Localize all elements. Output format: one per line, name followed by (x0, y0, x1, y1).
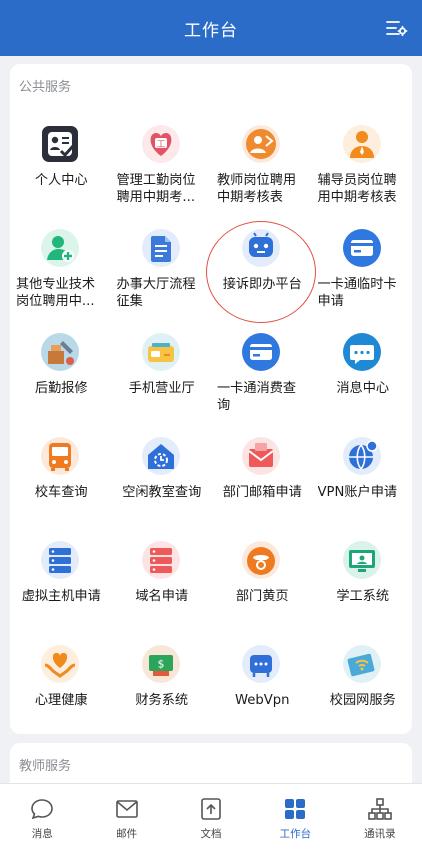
webvpn-icon (240, 643, 282, 685)
card-consume-icon (240, 331, 282, 373)
app-tile[interactable]: 教师岗位聘用中期考核表 (211, 118, 312, 222)
app-tile[interactable]: 个人中心 (10, 118, 111, 222)
robot-icon (240, 227, 282, 269)
teacher-icon (240, 123, 282, 165)
bottom-tab-bar: 消息 邮件 文档 工作台 通讯录 (0, 783, 422, 850)
app-tile[interactable]: 域名申请 (111, 534, 212, 638)
mailbox-icon (240, 435, 282, 477)
app-label: 财务系统 (135, 693, 189, 708)
app-label: 虚拟主机申请 (21, 589, 101, 604)
wifi-icon (341, 643, 383, 685)
tab-document-tab[interactable]: 文档 (169, 784, 253, 850)
heart-badge-icon: 工 (140, 123, 182, 165)
app-label: 一卡通消费查询 (217, 381, 297, 413)
tab-mail[interactable]: 邮件 (84, 784, 168, 850)
app-label: 校园网服务 (329, 693, 396, 708)
app-tile[interactable]: 接诉即办平台 (211, 222, 312, 326)
app-label: 后勤报修 (34, 381, 88, 396)
tab-contacts[interactable]: 通讯录 (338, 784, 422, 850)
app-tile[interactable]: 部门黄页 (211, 534, 312, 638)
app-tile[interactable]: 校车查询 (10, 430, 111, 534)
app-label: 个人中心 (34, 173, 88, 188)
personal-center-icon (39, 123, 81, 165)
workbench-icon (282, 796, 308, 822)
app-label: VPN账户申请 (317, 485, 398, 500)
add-user-icon (39, 227, 81, 269)
app-label: 接诉即办平台 (222, 277, 302, 292)
app-tile[interactable]: 辅导员岗位聘用中期考核表 (312, 118, 413, 222)
app-label: 手机营业厅 (128, 381, 195, 396)
finance-icon: $ (140, 643, 182, 685)
app-label: 其他专业技术岗位聘用中... (16, 277, 96, 309)
app-label: WebVpn (234, 693, 290, 708)
page-title: 工作台 (184, 20, 238, 41)
student-system-icon (341, 539, 383, 581)
domain-icon (140, 539, 182, 581)
vpn-icon (341, 435, 383, 477)
app-label: 部门黄页 (235, 589, 289, 604)
mail-icon (114, 796, 140, 822)
app-label: 管理工勤岗位聘用中期考... (116, 173, 196, 205)
app-tile[interactable]: 部门邮箱申请 (211, 430, 312, 534)
app-label: 辅导员岗位聘用中期考核表 (317, 173, 397, 205)
app-tile[interactable]: 手机营业厅 (111, 326, 212, 430)
app-tile[interactable]: 一卡通临时卡申请 (312, 222, 413, 326)
app-tile[interactable]: 学工系统 (312, 534, 413, 638)
app-tile[interactable]: 办事大厅流程征集 (111, 222, 212, 326)
app-label: 教师岗位聘用中期考核表 (217, 173, 297, 205)
document-icon (140, 227, 182, 269)
server-icon (39, 539, 81, 581)
header-bar: 工作台 (0, 0, 422, 56)
app-tile[interactable]: 校园网服务 (312, 638, 413, 742)
section-title: 公共服务 (19, 80, 72, 95)
app-tile[interactable]: 消息中心 (312, 326, 413, 430)
counselor-icon (341, 123, 383, 165)
app-tile[interactable]: 一卡通消费查询 (211, 326, 312, 430)
message-icon (341, 331, 383, 373)
chat-icon (29, 796, 55, 822)
tab-chat[interactable]: 消息 (0, 784, 84, 850)
repair-icon (39, 331, 81, 373)
app-tile[interactable]: 心理健康 (10, 638, 111, 742)
app-tile[interactable]: 后勤报修 (10, 326, 111, 430)
svg-text:$: $ (157, 658, 164, 671)
app-tile[interactable]: 虚拟主机申请 (10, 534, 111, 638)
bus-icon (39, 435, 81, 477)
app-tile[interactable]: 其他专业技术岗位聘用中... (10, 222, 111, 326)
tab-label: 文档 (200, 828, 222, 840)
document-tab-icon (198, 796, 224, 822)
public-services-card: 公共服务 个人中心工管理工勤岗位聘用中期考... 教师岗位聘用中期考核表 辅导员岗位… (10, 64, 412, 734)
tab-label: 邮件 (116, 828, 138, 840)
card-icon (341, 227, 383, 269)
app-label: 域名申请 (135, 589, 189, 604)
tab-label: 通讯录 (364, 828, 396, 840)
svg-text:工: 工 (156, 140, 165, 150)
app-tile[interactable]: WebVpn (211, 638, 312, 742)
mental-health-icon (39, 643, 81, 685)
app-label: 一卡通临时卡申请 (317, 277, 397, 309)
tab-workbench[interactable]: 工作台 (253, 784, 337, 850)
section-title: 教师服务 (19, 759, 72, 774)
app-label: 办事大厅流程征集 (116, 277, 196, 309)
app-label: 学工系统 (336, 589, 390, 604)
app-tile[interactable]: 工管理工勤岗位聘用中期考... (111, 118, 212, 222)
app-label: 空闲教室查询 (122, 485, 202, 500)
app-tile[interactable]: VPN账户申请 (312, 430, 413, 534)
app-label: 心理健康 (34, 693, 88, 708)
app-grid: 个人中心工管理工勤岗位聘用中期考... 教师岗位聘用中期考核表 辅导员岗位聘用中期考… (10, 118, 412, 742)
app-tile[interactable]: $ 财务系统 (111, 638, 212, 742)
mobile-hall-icon (140, 331, 182, 373)
phone-icon (240, 539, 282, 581)
app-tile[interactable]: 空闲教室查询 (111, 430, 212, 534)
tab-label: 消息 (31, 828, 53, 840)
app-label: 消息中心 (336, 381, 390, 396)
contacts-icon (367, 796, 393, 822)
app-label: 部门邮箱申请 (222, 485, 302, 500)
classroom-icon (140, 435, 182, 477)
tab-label: 工作台 (279, 828, 312, 840)
settings-icon[interactable] (384, 16, 408, 40)
app-label: 校车查询 (34, 485, 88, 500)
